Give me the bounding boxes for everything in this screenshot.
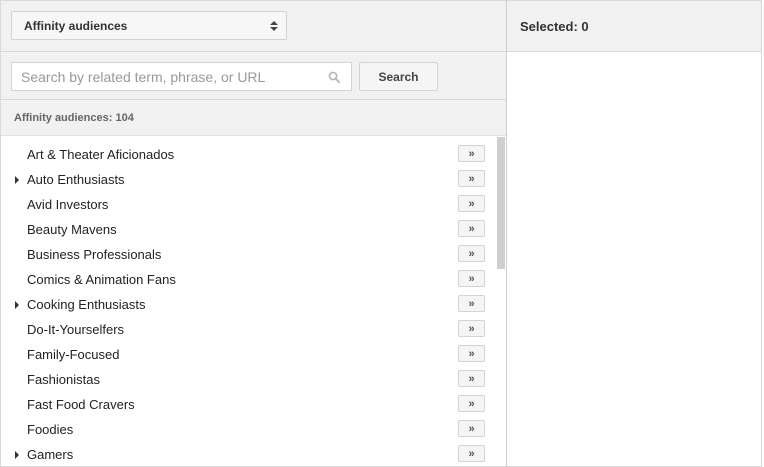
scrollbar-thumb[interactable] [497,137,505,269]
list-item-label: Cooking Enthusiasts [27,297,146,312]
list-item[interactable]: Beauty Mavens » [1,217,506,242]
audience-type-select[interactable]: Affinity audiences [11,11,287,40]
list-item-label: Fashionistas [27,372,100,387]
list-item[interactable]: Family-Focused » [1,342,506,367]
search-bar: Search [1,52,506,100]
list-item-label: Do-It-Yourselfers [27,322,125,337]
search-icon [328,71,341,84]
list-item-label: Art & Theater Aficionados [27,147,175,162]
list-item-label: Fast Food Cravers [27,397,135,412]
list-item[interactable]: Comics & Animation Fans » [1,267,506,292]
caret-right-icon[interactable] [15,176,19,184]
selected-panel: Selected: 0 [507,0,762,467]
add-audience-button[interactable]: » [458,245,485,262]
audience-type-bar: Affinity audiences [1,1,506,52]
caret-right-icon[interactable] [15,451,19,459]
list-item-label: Gamers [27,447,74,462]
scrollbar[interactable] [497,136,505,467]
list-item-label: Beauty Mavens [27,222,117,237]
list-item-label: Business Professionals [27,247,162,262]
audience-type-select-value: Affinity audiences [24,18,128,33]
list-item[interactable]: Avid Investors » [1,192,506,217]
list-item-label: Comics & Animation Fans [27,272,176,287]
audience-browser-panel: Affinity audiences Search Affinity audie… [0,0,507,467]
search-button[interactable]: Search [359,62,438,91]
list-item-label: Family-Focused [27,347,120,362]
add-audience-button[interactable]: » [458,445,485,462]
audience-list-container[interactable]: Art & Theater Aficionados» Auto Enthusias… [1,136,506,467]
add-audience-button[interactable]: » [458,270,485,287]
list-item[interactable]: Art & Theater Aficionados » [1,142,506,167]
list-item[interactable]: Auto Enthusiasts » [1,167,506,192]
list-item-label: Foodies [27,422,74,437]
add-audience-button[interactable]: » [458,370,485,387]
list-item[interactable]: Fast Food Cravers » [1,392,506,417]
list-item-label: Auto Enthusiasts [27,172,125,187]
selected-count: Selected: 0 [507,1,761,52]
list-item[interactable]: Business Professionals » [1,242,506,267]
caret-right-icon[interactable] [15,301,19,309]
add-audience-button[interactable]: » [458,420,485,437]
list-item-label: Avid Investors [27,197,109,212]
add-audience-button[interactable]: » [458,395,485,412]
list-item[interactable]: Foodies » [1,417,506,442]
add-audience-button[interactable]: » [458,320,485,337]
add-audience-button[interactable]: » [458,145,485,162]
list-item[interactable]: Fashionistas » [1,367,506,392]
search-field [11,62,352,91]
search-input[interactable] [12,63,351,90]
add-audience-button[interactable]: » [458,295,485,312]
list-item[interactable]: Cooking Enthusiasts » [1,292,506,317]
up-down-arrows-icon [270,20,278,31]
list-item[interactable]: Do-It-Yourselfers » [1,317,506,342]
list-item[interactable]: Gamers » [1,442,506,467]
add-audience-button[interactable]: » [458,220,485,237]
audience-list: Art & Theater Aficionados» Auto Enthusias… [1,136,506,467]
add-audience-button[interactable]: » [458,345,485,362]
add-audience-button[interactable]: » [458,170,485,187]
audience-count: Affinity audiences: 104 [1,100,506,136]
add-audience-button[interactable]: » [458,195,485,212]
